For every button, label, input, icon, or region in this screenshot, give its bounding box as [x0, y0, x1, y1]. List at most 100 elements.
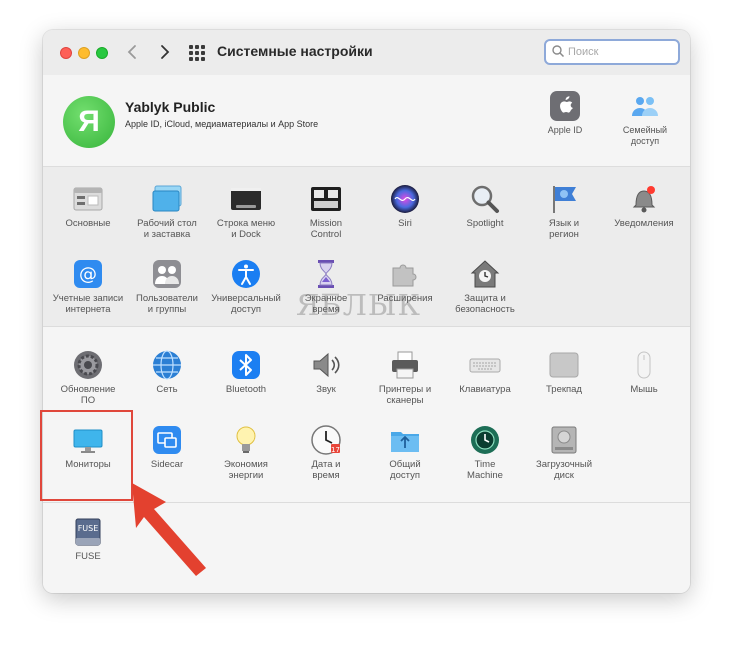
spotlight-icon [471, 185, 499, 213]
pref-software-update[interactable]: Обновление ПО [46, 349, 130, 406]
pref-sidecar[interactable]: Sidecar [125, 424, 209, 470]
pref-label: Язык и регион [548, 218, 580, 240]
window-title: Системные настройки [217, 43, 373, 59]
language-region-icon [553, 186, 576, 213]
keyboard-icon [469, 358, 501, 373]
pref-label: Обновление ПО [60, 384, 116, 406]
pref-label: Spotlight [466, 218, 504, 229]
pref-label: Дата и время [311, 459, 341, 481]
pref-general[interactable]: Основные [46, 183, 130, 229]
pref-energy-saver[interactable]: Экономия энергии [204, 424, 288, 481]
house-lock-icon [470, 260, 500, 288]
pref-desktop-screensaver[interactable]: Рабочий стол и заставка [125, 183, 209, 240]
general-icon [73, 187, 103, 211]
lightbulb-icon [236, 426, 256, 453]
pref-label: Мышь [630, 384, 658, 395]
bluetooth-icon [232, 351, 260, 379]
pref-sound[interactable]: Звук [284, 349, 368, 395]
at-sign-icon: @ [74, 260, 102, 288]
hard-drive-icon [551, 426, 577, 454]
pref-sharing[interactable]: Общий доступ [363, 424, 447, 481]
search-field[interactable] [544, 39, 680, 65]
pref-label: Строка меню и Dock [216, 218, 276, 240]
pref-apple-id[interactable]: Apple ID [533, 90, 597, 136]
accessibility-icon [232, 260, 260, 288]
apple-id-icon [550, 91, 580, 121]
pref-network[interactable]: Сеть [125, 349, 209, 395]
minimize-window-button[interactable] [78, 47, 90, 59]
highlight-box [40, 410, 133, 501]
show-all-grid-button[interactable] [189, 45, 205, 61]
clock-icon: 17 [311, 425, 341, 455]
pref-printers-scanners[interactable]: Принтеры и сканеры [363, 349, 447, 406]
pref-fuse[interactable]: FUSE FUSE [46, 516, 130, 562]
pref-label: Общий доступ [389, 459, 421, 481]
titlebar: Системные настройки [43, 30, 690, 76]
pref-security-privacy[interactable]: Защита и безопасность [443, 258, 527, 315]
pref-siri[interactable]: Siri [363, 183, 447, 229]
pref-label: Экономия энергии [224, 459, 268, 481]
pref-label: Принтеры и сканеры [378, 384, 432, 406]
pref-mouse[interactable]: Мышь [602, 349, 686, 395]
pref-users-groups[interactable]: Пользователи и группы [125, 258, 209, 315]
pref-date-time[interactable]: 17 Дата и время [284, 424, 368, 481]
pref-internet-accounts[interactable]: @ Учетные записи интернета [46, 258, 130, 315]
trackpad-icon [549, 352, 579, 378]
puzzle-icon [392, 264, 417, 287]
pref-accessibility[interactable]: Универсальный доступ [204, 258, 288, 315]
hourglass-icon [318, 260, 334, 288]
pref-label: Семейный доступ [622, 125, 668, 146]
bell-icon [632, 186, 656, 213]
svg-text:@: @ [79, 264, 97, 285]
folder-sharing-icon [391, 432, 419, 452]
pref-trackpad[interactable]: Трекпад [522, 349, 606, 395]
zoom-window-button[interactable] [96, 47, 108, 59]
pref-label: Основные [65, 218, 111, 229]
dock-menubar-icon [231, 188, 261, 210]
chevron-left-icon [127, 45, 136, 59]
family-sharing-icon [632, 97, 658, 116]
watermark: ЯБЛЫК [296, 288, 421, 322]
sidecar-icon [153, 426, 181, 454]
pref-spotlight[interactable]: Spotlight [443, 183, 527, 229]
pref-bluetooth[interactable]: Bluetooth [204, 349, 288, 395]
pref-label: Time Machine [467, 459, 503, 481]
search-input[interactable] [568, 44, 672, 60]
pref-label: Bluetooth [225, 384, 267, 395]
fuse-drive-icon: FUSE [75, 518, 101, 546]
time-machine-icon [471, 426, 499, 454]
fuse-icon-text: FUSE [78, 524, 99, 533]
avatar[interactable]: Я [63, 96, 115, 148]
speaker-icon [313, 352, 340, 378]
pref-time-machine[interactable]: Time Machine [443, 424, 527, 481]
pref-label: Учетные записи интернета [52, 293, 124, 315]
profile-subtitle: Apple ID, iCloud, медиаматериалы и App S… [125, 119, 319, 129]
printer-icon [392, 351, 418, 379]
pref-notifications[interactable]: Уведомления [602, 183, 686, 229]
globe-icon [153, 350, 181, 380]
forward-button[interactable] [154, 42, 174, 62]
pref-label: Пользователи и группы [135, 293, 198, 315]
pref-label: Защита и безопасность [455, 293, 515, 315]
profile-name: Yablyk Public [125, 99, 216, 115]
pref-mission-control[interactable]: Mission Control [284, 183, 368, 240]
back-button[interactable] [123, 42, 143, 62]
pref-label: Уведомления [614, 218, 674, 229]
pref-label: Универсальный доступ [211, 293, 281, 315]
pref-label: Apple ID [547, 125, 583, 135]
users-groups-icon [153, 260, 181, 288]
pref-family-sharing[interactable]: Семейный доступ [613, 90, 677, 147]
pref-label: Звук [316, 384, 336, 395]
pref-language-region[interactable]: Язык и регион [522, 183, 606, 240]
pref-label: Трекпад [546, 384, 582, 395]
pref-dock-menubar[interactable]: Строка меню и Dock [204, 183, 288, 240]
close-window-button[interactable] [60, 47, 72, 59]
mouse-icon [637, 351, 651, 379]
pref-label: Сеть [156, 384, 178, 395]
desktop-screensaver-icon [152, 185, 182, 212]
chevron-right-icon [161, 45, 170, 59]
siri-icon [391, 185, 419, 213]
pref-keyboard[interactable]: Клавиатура [443, 349, 527, 395]
pref-label: Клавиатура [459, 384, 511, 395]
pref-startup-disk[interactable]: Загрузочный диск [522, 424, 606, 481]
